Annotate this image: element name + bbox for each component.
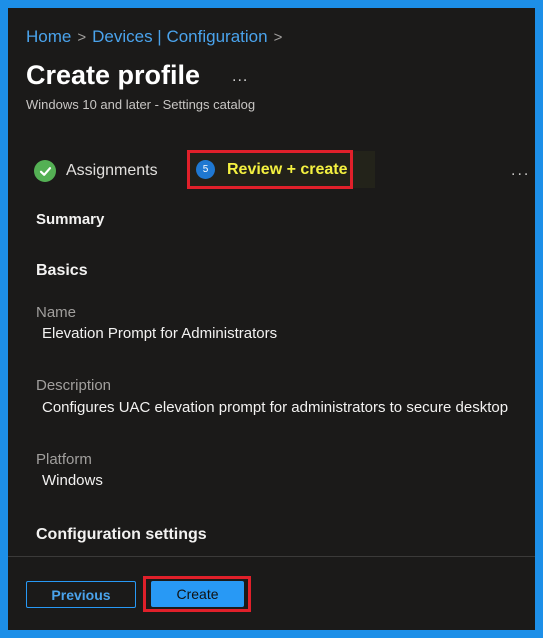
create-button[interactable]: Create <box>151 581 244 607</box>
description-label: Description <box>36 377 112 394</box>
breadcrumb-devices-link[interactable]: Devices | Configuration <box>92 27 267 46</box>
summary-heading: Summary <box>36 211 105 228</box>
page-subtitle: Windows 10 and later - Settings catalog <box>26 97 256 112</box>
more-options-icon[interactable]: ... <box>511 162 530 180</box>
breadcrumb-separator: > <box>77 29 87 46</box>
previous-button[interactable]: Previous <box>26 581 136 608</box>
platform-value: Windows <box>42 472 103 489</box>
page-title: Create profile <box>26 60 201 90</box>
breadcrumb-separator: > <box>273 29 283 46</box>
breadcrumb: Home > Devices | Configuration > <box>26 27 288 47</box>
step-assignments[interactable]: Assignments <box>34 158 158 184</box>
footer-divider <box>8 556 535 557</box>
create-profile-panel: Home > Devices | Configuration > Create pro… <box>8 8 535 630</box>
step-review-create-label: Review + create <box>227 160 348 178</box>
step-highlight-background <box>353 151 375 188</box>
step-number-badge: 5 <box>196 160 215 179</box>
configuration-settings-heading: Configuration settings <box>36 526 207 543</box>
basics-heading: Basics <box>36 262 88 279</box>
name-value: Elevation Prompt for Administrators <box>42 325 278 342</box>
step-review-create[interactable]: 5 Review + create <box>187 150 353 189</box>
step-assignments-label: Assignments <box>66 162 158 179</box>
breadcrumb-home-link[interactable]: Home <box>26 27 71 46</box>
more-options-icon[interactable]: ... <box>232 68 248 86</box>
description-value: Configures UAC elevation prompt for admi… <box>42 399 509 416</box>
name-label: Name <box>36 304 77 321</box>
platform-label: Platform <box>36 451 92 468</box>
checkmark-icon <box>34 160 56 182</box>
